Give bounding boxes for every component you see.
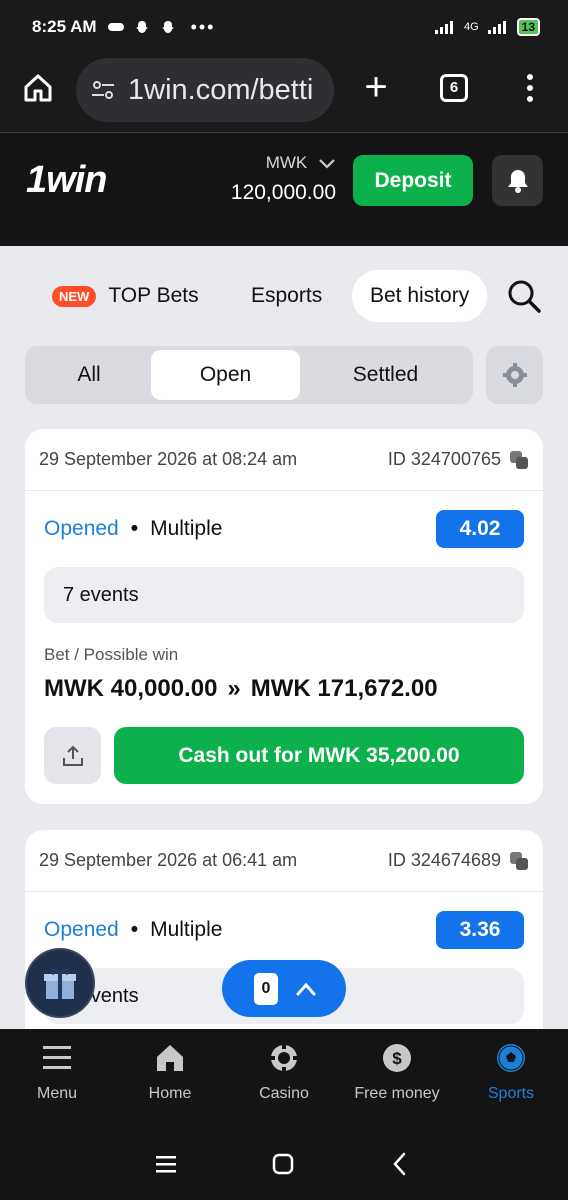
status-time: 8:25 AM bbox=[32, 17, 97, 36]
nav-sports[interactable]: Sports bbox=[456, 1043, 566, 1103]
status-bar: 8:25 AM ••• 4G 13 bbox=[0, 0, 568, 54]
back-icon[interactable] bbox=[387, 1151, 413, 1177]
url-text: 1win.com/betti bbox=[128, 73, 314, 106]
nav-label: Sports bbox=[487, 1085, 535, 1102]
casino-chip-icon bbox=[270, 1044, 298, 1072]
chevron-up-icon bbox=[296, 982, 316, 995]
stake-amount: MWK 40,000.00 bbox=[44, 675, 218, 702]
bet-id: ID 324700765 bbox=[387, 449, 501, 469]
bet-slip-count: 0 bbox=[254, 972, 278, 1005]
home-icon bbox=[157, 1045, 183, 1071]
balance-amount: 120,000.00 bbox=[230, 181, 336, 204]
bet-date: 29 September 2026 at 06:41 am bbox=[39, 850, 298, 870]
nav-label: Free money bbox=[354, 1085, 440, 1102]
cash-out-button[interactable]: Cash out for MWK 35,200.00 bbox=[114, 727, 524, 784]
bet-date: 29 September 2026 at 08:24 am bbox=[39, 449, 298, 469]
share-icon bbox=[62, 745, 83, 766]
bell-icon bbox=[507, 169, 528, 193]
bet-status-filter: All Open Settled bbox=[25, 346, 473, 404]
nav-label: Casino bbox=[259, 1085, 309, 1102]
site-settings-icon[interactable] bbox=[90, 77, 116, 103]
currency-label: MWK bbox=[265, 153, 308, 172]
nav-label: Home bbox=[148, 1085, 192, 1102]
double-chevron-right-icon: » bbox=[227, 675, 241, 702]
share-button[interactable] bbox=[44, 727, 101, 784]
svg-text:$: $ bbox=[392, 1049, 402, 1068]
bet-win-label: Bet / Possible win bbox=[44, 645, 179, 664]
signal-icon bbox=[487, 21, 506, 34]
soccer-ball-icon bbox=[497, 1044, 525, 1072]
notifications-button[interactable] bbox=[492, 155, 543, 206]
bet-win-values: MWK 40,000.00 » MWK 171,672.00 bbox=[44, 675, 524, 703]
bet-card-header: 29 September 2026 at 06:41 am ID 3246746… bbox=[25, 830, 543, 892]
more-notifications-icon: ••• bbox=[190, 16, 216, 37]
new-badge: NEW bbox=[52, 285, 97, 307]
browser-menu-button[interactable] bbox=[520, 72, 540, 104]
balance-selector[interactable]: MWK 120,000.00 bbox=[210, 153, 336, 205]
system-nav-bar bbox=[0, 1129, 568, 1200]
browser-toolbar: 1win.com/betti + 6 bbox=[0, 54, 568, 132]
bet-slip-button[interactable]: 0 bbox=[222, 960, 346, 1017]
game-controller-icon bbox=[107, 23, 124, 31]
bet-card-header: 29 September 2026 at 08:24 am ID 3247007… bbox=[25, 429, 543, 491]
bet-coefficient: 3.36 bbox=[436, 911, 524, 949]
bet-kind: Multiple bbox=[150, 918, 223, 941]
bet-coefficient: 4.02 bbox=[436, 510, 524, 548]
sports-nav-tabs: NEW TOP Bets Esports Bet history bbox=[0, 268, 568, 324]
possible-win-amount: MWK 171,672.00 bbox=[250, 675, 438, 702]
nav-home[interactable]: Home bbox=[115, 1043, 225, 1103]
bet-status: Opened bbox=[44, 918, 119, 941]
tab-switcher-button[interactable]: 6 bbox=[440, 74, 468, 102]
copy-icon bbox=[510, 450, 528, 469]
bet-status: Opened bbox=[44, 517, 119, 540]
gift-icon bbox=[44, 968, 76, 999]
recent-apps-icon[interactable] bbox=[153, 1151, 179, 1177]
bet-kind: Multiple bbox=[150, 517, 223, 540]
new-tab-button[interactable]: + bbox=[360, 67, 392, 107]
bottom-nav: Menu Home Casino $ Free money Sports bbox=[0, 1029, 568, 1129]
filter-all[interactable]: All bbox=[29, 350, 149, 400]
deposit-button[interactable]: Deposit bbox=[353, 155, 473, 206]
home-icon[interactable] bbox=[22, 72, 54, 104]
search-icon[interactable] bbox=[506, 278, 542, 314]
filter-settled[interactable]: Settled bbox=[302, 350, 469, 400]
site-header: 1win MWK 120,000.00 Deposit bbox=[0, 132, 568, 246]
gift-button[interactable] bbox=[25, 948, 95, 1018]
bet-id-copy[interactable]: ID 324700765 bbox=[388, 449, 529, 470]
dollar-coin-icon: $ bbox=[383, 1044, 411, 1072]
filter-open[interactable]: Open bbox=[151, 350, 300, 400]
nav-free-money[interactable]: $ Free money bbox=[342, 1043, 452, 1103]
nav-label: Menu bbox=[36, 1085, 78, 1102]
battery-level: 13 bbox=[516, 18, 540, 36]
snapchat-icon bbox=[135, 21, 148, 33]
nav-casino[interactable]: Casino bbox=[229, 1043, 339, 1103]
snapchat-icon bbox=[161, 21, 174, 33]
events-expander[interactable]: 7 events bbox=[44, 567, 524, 623]
bet-id: ID 324674689 bbox=[387, 850, 501, 870]
nav-menu[interactable]: Menu bbox=[2, 1043, 112, 1103]
chevron-down-icon bbox=[319, 158, 335, 169]
bet-id-copy[interactable]: ID 324674689 bbox=[388, 850, 529, 871]
home-button-icon[interactable] bbox=[270, 1151, 296, 1177]
copy-icon bbox=[510, 851, 528, 870]
gear-icon bbox=[502, 363, 527, 387]
address-bar[interactable]: 1win.com/betti bbox=[76, 58, 334, 122]
tab-label: TOP Bets bbox=[108, 284, 199, 307]
tab-esports[interactable]: Esports bbox=[251, 270, 322, 322]
bet-card[interactable]: 29 September 2026 at 08:24 am ID 3247007… bbox=[25, 429, 543, 804]
tab-top-bets[interactable]: NEW TOP Bets bbox=[52, 270, 199, 322]
filter-settings-button[interactable] bbox=[486, 346, 543, 404]
tab-bet-history[interactable]: Bet history bbox=[352, 270, 488, 322]
menu-icon bbox=[43, 1046, 71, 1069]
site-logo[interactable]: 1win bbox=[26, 159, 107, 202]
signal-icon bbox=[434, 21, 453, 34]
network-type: 4G bbox=[463, 21, 479, 33]
